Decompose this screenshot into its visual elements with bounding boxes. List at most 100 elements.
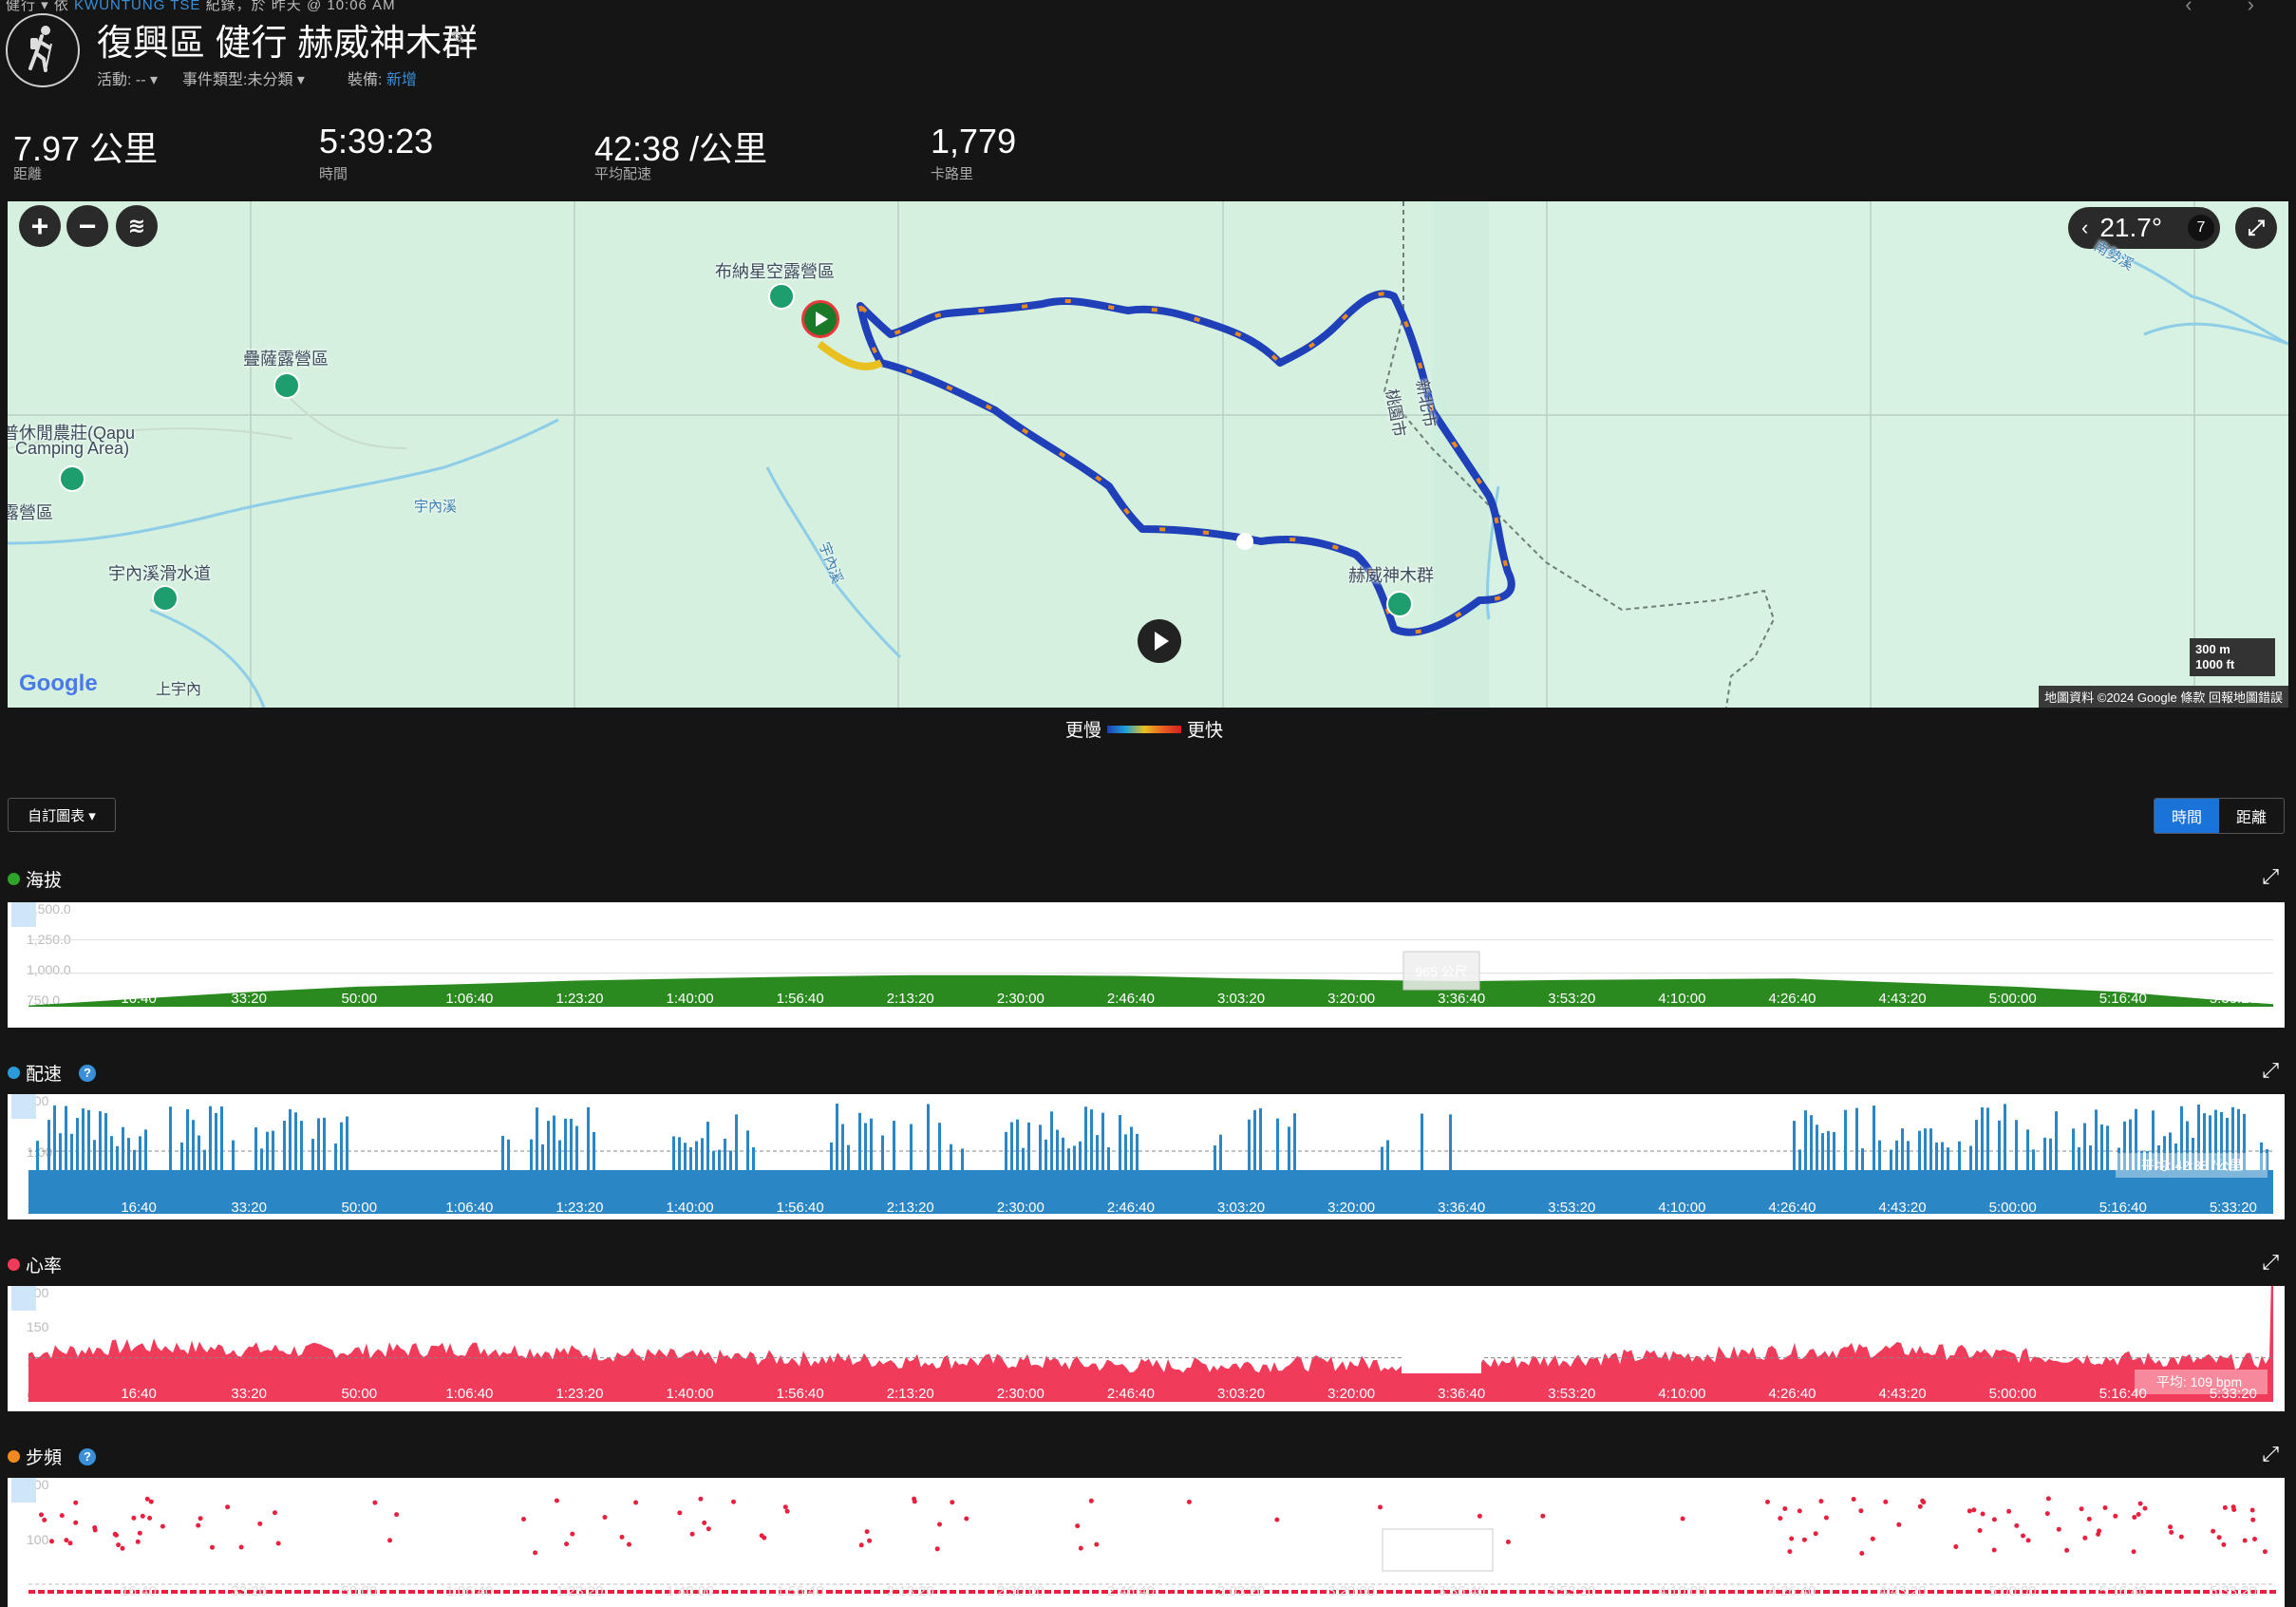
cadence-point: [2136, 1512, 2141, 1517]
help-icon[interactable]: ?: [79, 1064, 97, 1082]
cadence-point: [148, 1499, 154, 1504]
cadence-point: [2221, 1541, 2227, 1547]
cadence-point: [1917, 1503, 1923, 1509]
cadence-zero-dots: [38, 1590, 45, 1594]
park-icon[interactable]: [1386, 591, 1413, 617]
x-axis-toggle[interactable]: 時間 距離: [2154, 798, 2285, 834]
time-tick: 3:20:00: [1327, 991, 1375, 1007]
distance-toggle[interactable]: 距離: [2219, 799, 2284, 833]
time-tick: 3:20:00: [1327, 1583, 1375, 1599]
cadence-point: [706, 1526, 711, 1532]
cadence-point: [1991, 1547, 1997, 1553]
google-logo: Google: [19, 671, 98, 696]
event-type-selector[interactable]: 事件類型:未分類 ▾: [182, 66, 305, 89]
time-tick: 5:33:20: [2210, 1583, 2257, 1599]
add-gear-link[interactable]: 新增: [386, 72, 417, 88]
chart-zoom-badge[interactable]: [11, 1094, 36, 1119]
activity-value[interactable]: -- ▾: [136, 72, 158, 88]
time-tick: 1:40:00: [667, 991, 714, 1007]
heart-rate-chart[interactable]: 2001501005016:4033:2050:001:06:401:23:20…: [8, 1286, 2285, 1411]
pace-spike: [1073, 1145, 1076, 1170]
layers-icon[interactable]: ≋: [116, 205, 158, 247]
activity-title[interactable]: 復興區 健行 赫威神木群: [97, 13, 478, 66]
campground-icon[interactable]: [768, 283, 795, 310]
cadence-zero-dots: [1063, 1590, 1070, 1594]
cadence-zero-dots: [1519, 1590, 1526, 1594]
pace-spike: [1810, 1115, 1813, 1170]
cadence-zero-dots: [1044, 1590, 1051, 1594]
time-tick: 5:16:40: [2099, 1200, 2147, 1216]
pace-spike: [70, 1133, 73, 1170]
map-scale[interactable]: 300 m 1000 ft: [2190, 638, 2275, 676]
cadence-zero-dots: [760, 1590, 766, 1594]
expand-icon[interactable]: ⤢: [2262, 1058, 2279, 1083]
custom-chart-button[interactable]: 自訂圖表 ▾: [8, 798, 116, 832]
cadence-point: [2113, 1513, 2118, 1519]
activity-type-menu[interactable]: 健行 ▾ 依: [6, 0, 69, 13]
fullscreen-icon[interactable]: ⤢: [2235, 207, 2277, 249]
play-route-button[interactable]: [1138, 619, 1181, 663]
cadence-chart[interactable]: 200 100 16:40 33:20 50:00 1:06:40 1:23:20 1:40:…: [8, 1478, 2285, 1607]
pace-spike: [836, 1104, 838, 1170]
cadence-point: [1851, 1497, 1856, 1502]
time-tick: 1:23:20: [555, 1583, 603, 1599]
activity-selector[interactable]: 活動: -- ▾: [97, 66, 158, 89]
pace-spike: [706, 1121, 709, 1170]
user-link[interactable]: KWUNTUNG TSE: [74, 0, 200, 13]
time-tick: 4:10:00: [1658, 1583, 1705, 1599]
cadence-zero-dots: [1842, 1590, 1849, 1594]
time-tick: 3:36:40: [1438, 1200, 1485, 1216]
time-tick: 4:26:40: [1768, 1583, 1816, 1599]
calories-label: 卡路里: [931, 166, 974, 182]
pace-spike: [729, 1150, 732, 1170]
pace-spike: [133, 1149, 136, 1170]
map-attribution[interactable]: 地圖資料 ©2024 Google 條款 回報地圖錯誤: [2039, 686, 2288, 708]
campground-icon[interactable]: [273, 372, 300, 399]
pace-spike: [2015, 1120, 2018, 1170]
cadence-zero-dots: [1510, 1590, 1516, 1594]
campground-icon[interactable]: [59, 465, 85, 492]
expand-icon[interactable]: ⤢: [2262, 1442, 2279, 1466]
pace-chart[interactable]: 1001:001:40:0016:4033:2050:001:06:401:23…: [8, 1094, 2285, 1219]
weather-widget[interactable]: ‹ 21.7° 7: [2068, 207, 2220, 249]
cadence-point: [73, 1500, 79, 1505]
event-type-value[interactable]: 未分類 ▾: [247, 72, 304, 88]
pace-spike: [1101, 1112, 1104, 1170]
prev-next-arrows[interactable]: ‹ ›: [2185, 0, 2279, 17]
chart-zoom-badge[interactable]: [11, 902, 36, 927]
cadence-point: [2168, 1524, 2174, 1530]
start-marker-icon[interactable]: [801, 300, 839, 338]
cadence-zero-dots: [2184, 1590, 2191, 1594]
chart-zoom-badge[interactable]: [11, 1286, 36, 1311]
cadence-zero-dots: [2089, 1590, 2096, 1594]
pace-spike: [323, 1117, 326, 1170]
heart-rate-tooltip: [1402, 1335, 1481, 1373]
cadence-zero-dots: [209, 1590, 216, 1594]
pace-spike: [2089, 1144, 2092, 1170]
cadence-zero-dots: [114, 1590, 121, 1594]
pace-spike: [87, 1109, 90, 1170]
cadence-zero-dots: [1168, 1590, 1175, 1594]
pace-spike: [65, 1106, 67, 1170]
cadence-point: [702, 1520, 707, 1525]
cadence-zero-dots: [636, 1590, 643, 1594]
zoom-in-button[interactable]: +: [19, 205, 61, 247]
time-toggle[interactable]: 時間: [2155, 799, 2219, 833]
elevation-chart[interactable]: 1,500.0 1,250.0 1,000.0 750.0 16:40 33:20 50:0…: [8, 902, 2285, 1028]
chart-zoom-badge[interactable]: [11, 1478, 36, 1503]
pace-spike: [220, 1106, 223, 1170]
gear-label: 裝備:: [348, 72, 383, 88]
pace-spike: [1947, 1147, 1949, 1170]
pace-spike: [1918, 1130, 1921, 1170]
expand-icon[interactable]: ⤢: [2262, 1250, 2279, 1275]
route-map[interactable]: + − ≋ ‹ 21.7° 7 ⤢ 布納星空露營區 疊薩露營區 普休閒農莊(Qa…: [8, 201, 2288, 708]
pace-spike: [346, 1116, 348, 1170]
park-icon[interactable]: [152, 585, 179, 612]
expand-icon[interactable]: ⤢: [2262, 864, 2279, 889]
zoom-out-button[interactable]: −: [66, 205, 108, 247]
cadence-tooltip: [1382, 1528, 1494, 1572]
help-icon[interactable]: ?: [79, 1447, 97, 1465]
pace-spike: [36, 1141, 39, 1170]
cadence-point: [1977, 1528, 1983, 1533]
edit-pencil-icon[interactable]: ✎: [450, 27, 466, 50]
